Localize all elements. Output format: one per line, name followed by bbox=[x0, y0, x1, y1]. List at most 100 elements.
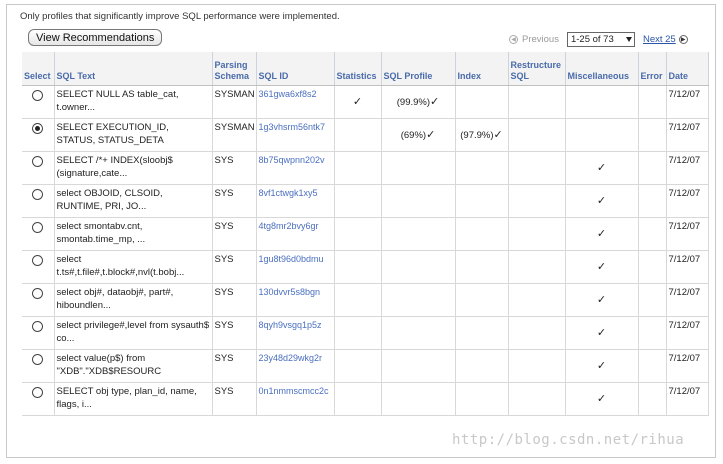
row-date: 7/12/07 bbox=[668, 287, 701, 298]
sql-id-link[interactable]: 4tg8mr2bvy6gr bbox=[259, 221, 319, 231]
row-select-radio[interactable] bbox=[32, 354, 44, 365]
sql-profile-cell: (69%)✓ bbox=[381, 118, 456, 152]
sql-id-cell: 8b75qwpnn202v bbox=[256, 151, 335, 185]
view-recommendations-button[interactable]: View Recommendations bbox=[28, 29, 163, 46]
table-row: SELECT EXECUTION_ID, STATUS, STATUS_DETA… bbox=[22, 118, 709, 152]
sql-id-link[interactable]: 8qyh9vsgq1p5z bbox=[259, 320, 322, 330]
parsing-schema: SYSMAN bbox=[214, 89, 255, 100]
sql-id-link[interactable]: 8b75qwpnn202v bbox=[259, 155, 325, 165]
row-date: 7/12/07 bbox=[668, 89, 701, 100]
statistics-cell bbox=[334, 184, 382, 218]
row-select-radio[interactable] bbox=[32, 90, 44, 101]
sql-text-cell: SELECT obj type, plan_id, name, flags, i… bbox=[54, 382, 213, 416]
miscellaneous-cell: ✓ bbox=[565, 217, 639, 251]
row-select-radio[interactable] bbox=[32, 189, 44, 200]
restructure-cell bbox=[508, 382, 566, 416]
select-cell bbox=[22, 316, 55, 350]
restructure-cell bbox=[508, 349, 566, 383]
check-icon: ✓ bbox=[596, 228, 607, 240]
date-cell: 7/12/07 bbox=[666, 316, 709, 350]
row-date: 7/12/07 bbox=[668, 320, 701, 331]
date-cell: 7/12/07 bbox=[666, 382, 709, 416]
index-cell bbox=[455, 382, 509, 416]
statistics-cell bbox=[334, 316, 382, 350]
miscellaneous-cell: ✓ bbox=[565, 349, 639, 383]
sql-profile-cell bbox=[381, 217, 456, 251]
sql-text: SELECT /*+ INDEX(sloobj$ (signature,cate… bbox=[56, 155, 173, 179]
row-select-radio[interactable] bbox=[32, 222, 44, 233]
parsing-schema: SYS bbox=[214, 353, 234, 364]
sql-id-cell: 23y48d29wkg2r bbox=[256, 349, 335, 383]
sql-id-link[interactable]: 23y48d29wkg2r bbox=[259, 353, 323, 363]
sql-text-cell: select privilege#,level from sysauth$ co… bbox=[54, 316, 213, 350]
row-select-radio[interactable] bbox=[32, 123, 44, 134]
row-select-radio[interactable] bbox=[32, 255, 44, 266]
restructure-cell bbox=[508, 217, 566, 251]
sql-text: SELECT NULL AS table_cat, t.owner... bbox=[56, 89, 179, 113]
column-header-error: Error bbox=[638, 52, 667, 86]
date-cell: 7/12/07 bbox=[666, 151, 709, 185]
sql-id-link[interactable]: 1g3vhsrm56ntk7 bbox=[259, 122, 326, 132]
error-cell bbox=[638, 118, 667, 152]
statistics-cell bbox=[334, 217, 382, 251]
pagination: ◀ Previous 1-25 of 73 Next 25 ▶ bbox=[509, 31, 688, 48]
error-cell bbox=[638, 184, 667, 218]
sql-id-cell: 4tg8mr2bvy6gr bbox=[256, 217, 335, 251]
check-icon: ✓ bbox=[596, 162, 607, 174]
sql-profile-cell bbox=[381, 151, 456, 185]
sql-text: select value(p$) from "XDB"."XDB$RESOURC bbox=[56, 353, 162, 377]
table-row: SELECT /*+ INDEX(sloobj$ (signature,cate… bbox=[22, 151, 709, 185]
sql-id-cell: 8vf1ctwgk1xy5 bbox=[256, 184, 335, 218]
sql-profile-cell bbox=[381, 283, 456, 317]
select-cell bbox=[22, 283, 55, 317]
sql-id-cell: 1gu8t96d0bdmu bbox=[256, 250, 335, 284]
sql-id-link[interactable]: 8vf1ctwgk1xy5 bbox=[259, 188, 318, 198]
check-icon: ✓ bbox=[426, 129, 436, 141]
column-header-miscellaneous: Miscellaneous bbox=[565, 52, 639, 86]
sql-id-cell: 8qyh9vsgq1p5z bbox=[256, 316, 335, 350]
next-link[interactable]: Next 25 bbox=[643, 34, 676, 45]
sql-id-link[interactable]: 0n1nmmscmcc2c bbox=[259, 386, 329, 396]
circle-left-icon: ◀ bbox=[509, 35, 518, 44]
sql-id-cell: 130dvvr5s8bgn bbox=[256, 283, 335, 317]
restructure-cell bbox=[508, 283, 566, 317]
range-select[interactable]: 1-25 of 73 bbox=[566, 32, 635, 47]
table-row: select t.ts#,t.file#,t.block#,nvl(t.bobj… bbox=[22, 250, 709, 284]
previous-link: Previous bbox=[522, 34, 559, 45]
date-cell: 7/12/07 bbox=[666, 283, 709, 317]
check-icon: ✓ bbox=[352, 96, 363, 108]
circle-right-icon[interactable]: ▶ bbox=[678, 35, 688, 44]
index-cell bbox=[455, 217, 509, 251]
column-header-index: Index bbox=[455, 52, 509, 86]
error-cell bbox=[638, 349, 667, 383]
sql-text-cell: select OBJOID, CLSOID, RUNTIME, PRI, JO.… bbox=[54, 184, 213, 218]
row-select-radio[interactable] bbox=[32, 288, 44, 299]
select-cell bbox=[22, 349, 55, 383]
date-cell: 7/12/07 bbox=[666, 184, 709, 218]
select-cell bbox=[22, 250, 55, 284]
error-cell bbox=[638, 250, 667, 284]
check-icon: ✓ bbox=[596, 195, 607, 207]
row-select-radio[interactable] bbox=[32, 156, 44, 167]
schema-cell: SYSMAN bbox=[212, 118, 257, 152]
sql-id-link[interactable]: 361gwa6xf8s2 bbox=[259, 89, 317, 99]
row-select-radio[interactable] bbox=[32, 321, 44, 332]
table-row: select privilege#,level from sysauth$ co… bbox=[22, 316, 709, 350]
date-cell: 7/12/07 bbox=[666, 217, 709, 251]
column-header-sql-profile: SQL Profile bbox=[381, 52, 456, 86]
parsing-schema: SYS bbox=[214, 287, 234, 298]
index-benefit: (97.9%) bbox=[460, 130, 494, 141]
check-icon: ✓ bbox=[493, 129, 503, 141]
column-header-select: Select bbox=[22, 52, 55, 86]
sql-id-link[interactable]: 130dvvr5s8bgn bbox=[259, 287, 321, 297]
schema-cell: SYS bbox=[212, 283, 257, 317]
row-select-radio[interactable] bbox=[32, 387, 44, 398]
schema-cell: SYS bbox=[212, 184, 257, 218]
restructure-cell bbox=[508, 316, 566, 350]
statistics-cell bbox=[334, 250, 382, 284]
parsing-schema: SYS bbox=[214, 221, 234, 232]
sql-id-link[interactable]: 1gu8t96d0bdmu bbox=[259, 254, 324, 264]
row-date: 7/12/07 bbox=[668, 122, 701, 133]
statistics-cell bbox=[334, 118, 382, 152]
table-row: select value(p$) from "XDB"."XDB$RESOURC… bbox=[22, 349, 709, 383]
